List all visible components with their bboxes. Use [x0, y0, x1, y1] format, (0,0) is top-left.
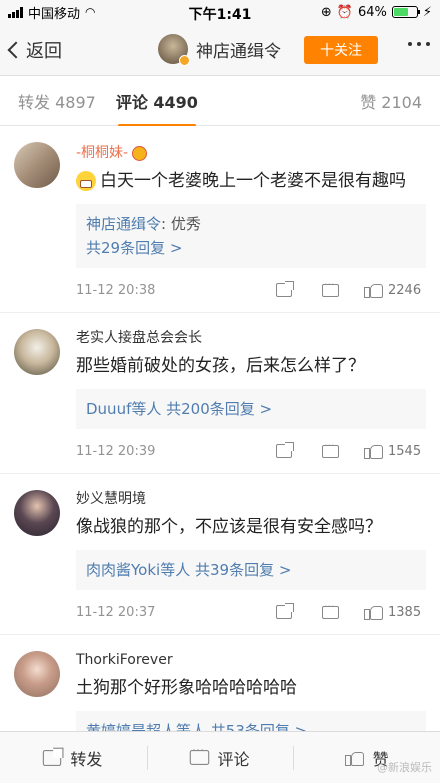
share-button[interactable]: [276, 442, 294, 458]
avatar[interactable]: [14, 329, 60, 375]
reply-users[interactable]: 肉肉酱Yoki等人: [86, 561, 190, 579]
tab-bar: 转发 4897 评论 4490 赞 2104: [0, 76, 440, 127]
avatar[interactable]: [14, 651, 60, 697]
follow-button[interactable]: 十关注: [304, 36, 378, 64]
carrier-label: 中国移动: [28, 6, 81, 22]
share-icon: [276, 603, 294, 619]
signal-icon: [8, 6, 23, 18]
account-avatar: [158, 34, 190, 66]
comment-icon: [322, 439, 339, 458]
alarm-icon: ⏰: [336, 4, 353, 20]
like-count: 1545: [388, 443, 422, 459]
reply-preview[interactable]: Duuuf等人 共200条回复 >: [76, 389, 426, 429]
comment-meta: 11-12 20:38 2246: [76, 268, 426, 312]
comment-text: 土狗那个好形象哈哈哈哈哈哈: [76, 678, 297, 698]
reply-users[interactable]: Duuuf等人: [86, 400, 161, 418]
reply-text: : 优秀: [161, 215, 201, 233]
comment-text: 那些婚前破处的女孩，后来怎么样了？: [76, 356, 365, 376]
comment-meta: 11-12 20:37 1385: [76, 590, 426, 634]
comment-text: 白天一个老婆晚上一个老婆不是很有趣吗: [76, 168, 426, 194]
status-bar: 中国移动 ◠ 下午1:41 ⊕ ⏰ 64% ⚡: [0, 0, 440, 24]
back-label: 返回: [26, 40, 62, 62]
member-crown-icon: [132, 145, 148, 161]
like-button[interactable]: 1545: [364, 443, 421, 459]
like-button[interactable]: 1385: [364, 604, 421, 620]
orientation-lock-icon: ⊕: [320, 4, 332, 20]
share-button[interactable]: [276, 603, 294, 619]
watermark: @新浪娱乐: [377, 761, 432, 774]
thumbs-up-icon: [364, 604, 383, 620]
reply-preview[interactable]: 肉肉酱Yoki等人 共39条回复 >: [76, 550, 426, 590]
wifi-icon: ◠: [85, 5, 96, 19]
comment-label: 评论: [217, 749, 250, 769]
like-count: 1385: [388, 604, 422, 620]
tab-repost[interactable]: 转发 4897: [18, 89, 96, 113]
bottom-action-bar: 转发 评论 赞 @新浪娱乐: [0, 731, 440, 783]
like-count: 2246: [388, 282, 422, 298]
reply-button[interactable]: [322, 278, 339, 297]
thumbs-up-icon: [344, 750, 364, 766]
comment-author[interactable]: -桐桐妹-: [76, 142, 426, 164]
like-button[interactable]: 赞: [293, 732, 440, 783]
reply-count-link[interactable]: 共200条回复 >: [166, 400, 272, 418]
reply-preview[interactable]: 神店通缉令: 优秀 共29条回复 >: [76, 204, 426, 268]
charging-icon: ⚡: [422, 4, 432, 20]
tab-comments[interactable]: 评论 4490: [116, 89, 198, 127]
comment-icon: [189, 743, 209, 765]
reply-count-link[interactable]: 共29条回复 >: [86, 236, 416, 260]
share-icon: [276, 281, 294, 297]
comment-icon: [322, 278, 339, 297]
repost-button[interactable]: 转发: [0, 732, 147, 783]
share-icon: [276, 442, 294, 458]
like-button[interactable]: 2246: [364, 282, 421, 298]
battery-percent: 64%: [357, 4, 387, 20]
avatar[interactable]: [14, 490, 60, 536]
comment-item: -桐桐妹- 白天一个老婆晚上一个老婆不是很有趣吗 神店通缉令: 优秀 共29条回…: [0, 126, 440, 313]
reply-author[interactable]: 神店通缉令: [86, 215, 161, 233]
battery-icon: [391, 6, 420, 18]
comment-author[interactable]: ThorkiForever: [76, 649, 426, 671]
repost-label: 转发: [70, 749, 103, 769]
comment-item: 妙义慧明境 像战狼的那个，不应该是很有安全感吗？ 肉肉酱Yoki等人 共39条回…: [0, 474, 440, 635]
comment-button[interactable]: 评论: [146, 732, 294, 783]
grin-emoji-icon: [76, 171, 96, 191]
account-name: 神店通缉令: [196, 41, 281, 62]
avatar[interactable]: [14, 142, 60, 188]
thumbs-up-icon: [364, 443, 383, 459]
comment-author[interactable]: 老实人接盘总会会长: [76, 327, 426, 349]
reply-count-link[interactable]: 共39条回复 >: [195, 561, 291, 579]
clock: 下午1:41: [188, 7, 252, 23]
nav-bar: 返回 神店通缉令 十关注: [0, 24, 440, 76]
chevron-left-icon: [7, 41, 25, 58]
account-header[interactable]: 神店通缉令: [158, 34, 281, 66]
thumbs-up-icon: [364, 282, 383, 298]
comment-author[interactable]: 妙义慧明境: [76, 488, 426, 510]
reply-button[interactable]: [322, 439, 339, 458]
reply-button[interactable]: [322, 600, 339, 619]
share-button[interactable]: [276, 281, 294, 297]
comment-icon: [322, 600, 339, 619]
tab-likes[interactable]: 赞 2104: [360, 89, 422, 113]
comment-text: 像战狼的那个，不应该是很有安全感吗？: [76, 517, 382, 537]
back-button[interactable]: 返回: [0, 37, 62, 63]
more-options-icon[interactable]: [408, 42, 430, 46]
share-icon: [43, 747, 64, 766]
comment-meta: 11-12 20:39 1545: [76, 429, 426, 473]
verified-badge-icon: [179, 55, 190, 66]
comment-item: 老实人接盘总会会长 那些婚前破处的女孩，后来怎么样了？ Duuuf等人 共200…: [0, 313, 440, 474]
